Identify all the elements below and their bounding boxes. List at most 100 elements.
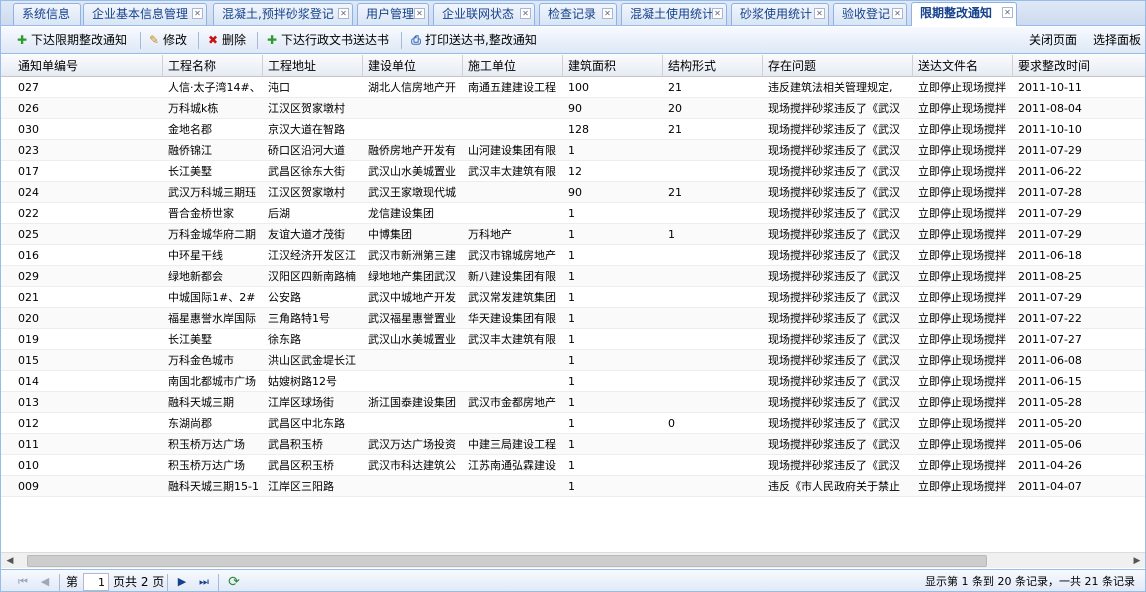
table-row[interactable]: 024 武汉万科城三期珏 江汉区贺家墩村 武汉王家墩现代城 90 21 现场搅拌砂浆违反了《… xyxy=(1,182,1145,203)
page-number-input[interactable] xyxy=(83,573,109,591)
table-cell: 现场搅拌砂浆违反了《武汉 xyxy=(768,144,900,157)
table-row[interactable]: 029 绿地新都会 汉阳区四新南路楠 绿地地产集团武汉 新八建设集团有限 1 现场搅拌砂浆违… xyxy=(1,266,1145,287)
column-header[interactable]: 工程地址 xyxy=(263,55,363,77)
table-cell xyxy=(463,371,563,392)
table-cell: 江汉经济开发区江 xyxy=(268,249,356,262)
column-header[interactable]: 建筑面积 xyxy=(563,55,663,77)
table-row[interactable]: 013 融科天城三期 江岸区球场街 浙江国泰建设集团 武汉市金都房地产 1 现场搅拌砂浆违反… xyxy=(1,392,1145,413)
close-icon[interactable]: ✕ xyxy=(892,8,903,19)
tab-9[interactable]: 限期整改通知 ✕ xyxy=(911,2,1017,26)
issue-notice-button[interactable]: ✚ 下达限期整改通知 xyxy=(15,31,127,50)
table-cell: 现场搅拌砂浆违反了《武汉 xyxy=(768,438,900,451)
close-icon[interactable]: ✕ xyxy=(338,8,349,19)
table-cell: 2011-04-26 xyxy=(1018,459,1082,472)
table-cell: 2011-06-22 xyxy=(1018,165,1082,178)
table-row[interactable]: 015 万科金色城市 洪山区武金堤长江 1 现场搅拌砂浆违反了《武汉 立即停止现场搅拌 20… xyxy=(1,350,1145,371)
table-row[interactable]: 026 万科城k栋 江汉区贺家墩村 90 20 现场搅拌砂浆违反了《武汉 立即停止现场搅拌 2… xyxy=(1,98,1145,119)
table-row[interactable]: 022 晋合金桥世家 后湖 龙信建设集团 1 现场搅拌砂浆违反了《武汉 立即停止现场搅拌 20… xyxy=(1,203,1145,224)
app-window: 系统信息 企业基本信息管理 ✕ 混凝土,预拌砂浆登记 ✕ 用户管理 ✕ 企业联网状态 ✕ 检查记录… xyxy=(0,0,1146,592)
table-cell: 2011-07-29 xyxy=(1018,207,1082,220)
table-cell: 中城国际1#、2# xyxy=(168,291,256,304)
refresh-icon[interactable]: ⟳ xyxy=(226,574,242,590)
table-cell: 晋合金桥世家 xyxy=(168,207,234,220)
table-row[interactable]: 010 积玉桥万达广场 武昌区积玉桥 武汉市科达建筑公 江苏南通弘霖建设 1 现场搅拌砂浆违… xyxy=(1,455,1145,476)
prev-page-icon[interactable]: ◀ xyxy=(37,574,53,590)
table-cell: 013 xyxy=(18,396,39,409)
close-icon[interactable]: ✕ xyxy=(602,8,613,19)
last-page-icon[interactable]: ⏭ xyxy=(196,574,212,590)
table-row[interactable]: 009 融科天城三期15-1 江岸区三阳路 1 违反《市人民政府关于禁止 立即停止现场搅拌… xyxy=(1,476,1145,497)
close-icon[interactable]: ✕ xyxy=(414,8,425,19)
tab-8[interactable]: 验收登记 ✕ xyxy=(833,3,907,25)
tab-4[interactable]: 企业联网状态 ✕ xyxy=(433,3,535,25)
table-row[interactable]: 021 中城国际1#、2# 公安路 武汉中城地产开发 武汉常发建筑集团 1 现场搅拌砂浆违反… xyxy=(1,287,1145,308)
column-header[interactable]: 施工单位 xyxy=(463,55,563,77)
table-cell: 1 xyxy=(568,438,575,451)
close-icon[interactable]: ✕ xyxy=(712,8,723,19)
paging-toolbar: ⏮ ◀ 第 页共 2 页 ▶ ⏭ ⟳ 显示第 1 条到 20 条记录，一共 21… xyxy=(1,569,1145,591)
table-cell: 武昌区积玉桥 xyxy=(268,459,334,472)
table-cell: 现场搅拌砂浆违反了《武汉 xyxy=(768,102,900,115)
table-cell: 1 xyxy=(568,270,575,283)
table-cell xyxy=(363,413,463,434)
table-cell: 012 xyxy=(18,417,39,430)
issue-document-button[interactable]: ✚ 下达行政文书送达书 xyxy=(265,31,389,50)
column-header[interactable]: 结构形式 xyxy=(663,55,763,77)
column-header[interactable]: 送达文件名 xyxy=(913,55,1013,77)
close-icon[interactable]: ✕ xyxy=(814,8,825,19)
tab-5[interactable]: 检查记录 ✕ xyxy=(539,3,617,25)
select-panel-button[interactable]: 选择面板 xyxy=(1093,31,1141,50)
tab-label: 企业联网状态 xyxy=(442,7,515,21)
tab-3[interactable]: 用户管理 ✕ xyxy=(357,3,429,25)
table-cell: 021 xyxy=(18,291,39,304)
scrollbar-thumb[interactable] xyxy=(27,555,987,567)
table-row[interactable]: 014 南国北都城市广场 姑嫂树路12号 1 现场搅拌砂浆违反了《武汉 立即停止现场搅拌 2… xyxy=(1,371,1145,392)
delete-button[interactable]: ✖ 删除 xyxy=(206,31,246,50)
close-icon[interactable]: ✕ xyxy=(520,8,531,19)
table-row[interactable]: 027 人信·太子湾14#、 沌口 湖北人信房地产开 南通五建建设工程 100 21 违反建筑… xyxy=(1,77,1145,98)
table-row[interactable]: 030 金地名郡 京汉大道在智路 128 21 现场搅拌砂浆违反了《武汉 立即停止现场搅拌 2… xyxy=(1,119,1145,140)
table-row[interactable]: 019 长江美墅 徐东路 武汉山水美城置业 武汉丰太建筑有限 1 现场搅拌砂浆违反了《武汉 立… xyxy=(1,329,1145,350)
column-header[interactable]: 通知单编号 xyxy=(13,55,163,77)
tab-7[interactable]: 砂浆使用统计 ✕ xyxy=(731,3,829,25)
table-cell: 后湖 xyxy=(268,207,290,220)
issue-notice-label: 下达限期整改通知 xyxy=(31,33,128,47)
tab-0[interactable]: 系统信息 xyxy=(13,3,81,25)
close-icon[interactable]: ✕ xyxy=(192,8,203,19)
table-cell: 融科天城三期15-1 xyxy=(168,480,259,493)
table-cell: 长江美墅 xyxy=(168,333,212,346)
table-cell: 硚口区沿河大道 xyxy=(268,144,345,157)
table-cell: 龙信建设集团 xyxy=(368,207,434,220)
column-header[interactable]: 建设单位 xyxy=(363,55,463,77)
edit-button[interactable]: ✎ 修改 xyxy=(147,31,187,50)
print-button[interactable]: ⎙ 打印送达书,整改通知 xyxy=(409,31,537,50)
next-page-icon[interactable]: ▶ xyxy=(174,574,190,590)
table-cell: 武汉王家墩现代城 xyxy=(368,186,456,199)
tab-2[interactable]: 混凝土,预拌砂浆登记 ✕ xyxy=(213,3,353,25)
table-cell: 2011-06-08 xyxy=(1018,354,1082,367)
close-icon[interactable]: ✕ xyxy=(1002,7,1013,18)
tab-1[interactable]: 企业基本信息管理 ✕ xyxy=(83,3,207,25)
table-row[interactable]: 023 融侨锦江 硚口区沿河大道 融侨房地产开发有 山河建设集团有限 1 现场搅拌砂浆违反了… xyxy=(1,140,1145,161)
table-row[interactable]: 012 东湖尚郡 武昌区中北东路 1 0 现场搅拌砂浆违反了《武汉 立即停止现场搅拌 2011… xyxy=(1,413,1145,434)
first-page-icon[interactable]: ⏮ xyxy=(15,574,31,590)
horizontal-scrollbar[interactable]: ◀ ▶ xyxy=(1,552,1145,568)
column-header[interactable]: 要求整改时间 xyxy=(1013,55,1145,77)
table-row[interactable]: 011 积玉桥万达广场 武昌积玉桥 武汉万达广场投资 中建三局建设工程 1 现场搅拌砂浆违反… xyxy=(1,434,1145,455)
table-cell: 立即停止现场搅拌 xyxy=(918,312,1006,325)
table-cell: 2011-05-20 xyxy=(1018,417,1082,430)
grid-header: 通知单编号 工程名称 工程地址 建设单位 施工单位 建筑面积 结构形式 存在问题 送达文件名 要求… xyxy=(1,55,1145,77)
table-row[interactable]: 016 中环星干线 江汉经济开发区江 武汉市新洲第三建 武汉市锦城房地产 1 现场搅拌砂浆违… xyxy=(1,245,1145,266)
table-row[interactable]: 020 福星惠誉水岸国际 三角路特1号 武汉福星惠誉置业 华天建设集团有限 1 现场搅拌砂浆… xyxy=(1,308,1145,329)
table-cell: 022 xyxy=(18,207,39,220)
table-row[interactable]: 017 长江美墅 武昌区徐东大街 武汉山水美城置业 武汉丰太建筑有限 12 现场搅拌砂浆违反… xyxy=(1,161,1145,182)
tab-6[interactable]: 混凝土使用统计 ✕ xyxy=(621,3,727,25)
table-cell: 武昌积玉桥 xyxy=(268,438,323,451)
scroll-right-icon[interactable]: ▶ xyxy=(1131,555,1143,567)
column-header[interactable]: 存在问题 xyxy=(763,55,913,77)
table-row[interactable]: 025 万科金城华府二期 友谊大道才茂街 中博集团 万科地产 1 1 现场搅拌砂浆违反了《武汉… xyxy=(1,224,1145,245)
table-cell xyxy=(363,98,463,119)
scroll-left-icon[interactable]: ◀ xyxy=(4,555,16,567)
column-header[interactable]: 工程名称 xyxy=(163,55,263,77)
close-page-button[interactable]: 关闭页面 xyxy=(1029,31,1077,50)
